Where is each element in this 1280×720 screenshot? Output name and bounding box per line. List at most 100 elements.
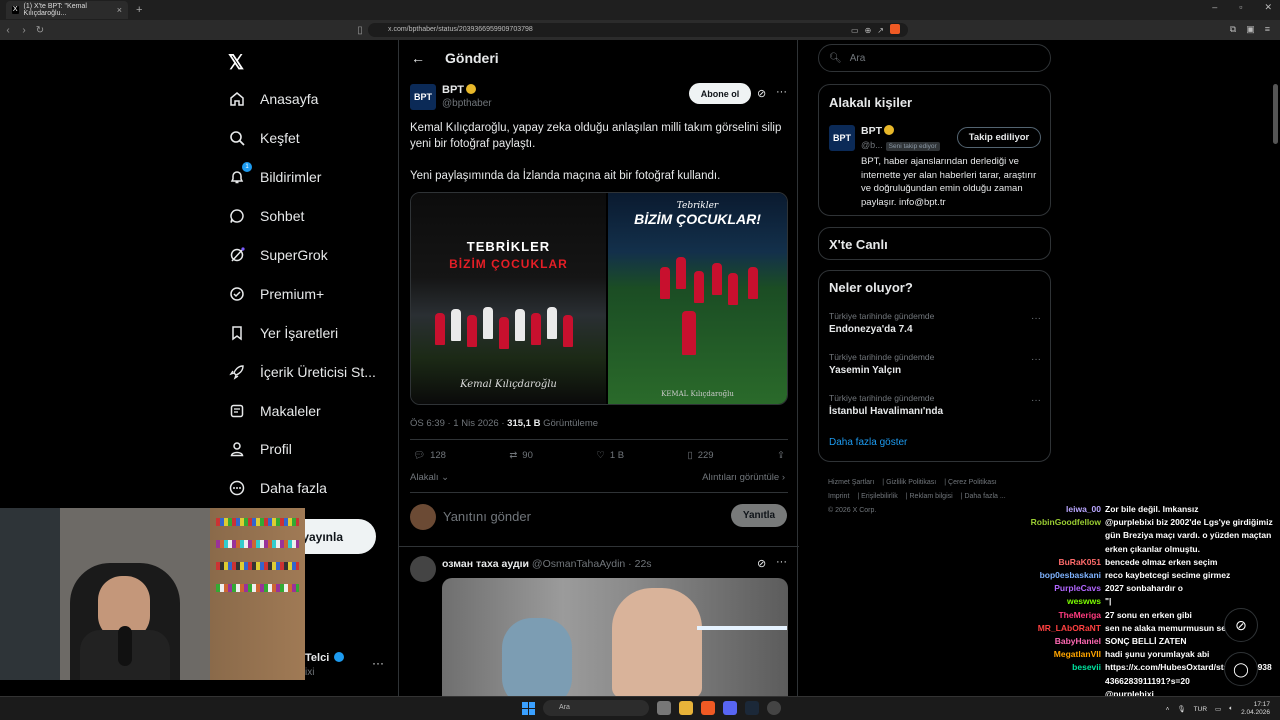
author-handle[interactable]: @bpthaber — [442, 98, 492, 109]
author-avatar[interactable]: BPT — [410, 84, 436, 110]
trend-item[interactable]: Türkiye tarihinde gündemde Endonezya'da … — [829, 311, 1041, 335]
related-dropdown[interactable]: Alakalı ⌄ — [410, 472, 449, 483]
bookmark-page-icon[interactable]: ▯ — [352, 25, 368, 36]
player-figure — [499, 317, 509, 349]
person-icon — [228, 440, 246, 458]
author-name[interactable]: BPT — [442, 84, 476, 96]
clock[interactable]: 17:17 2.04.2026 — [1241, 701, 1270, 717]
like-action[interactable]: ♡ 1 B — [596, 450, 624, 461]
bookmark-action[interactable]: ▯ 229 — [687, 450, 713, 461]
sidebar-item-chat[interactable]: Sohbet — [228, 197, 376, 236]
sidebar-item-more[interactable]: Daha fazla — [228, 469, 376, 508]
tray-chevron-icon[interactable]: ˄ — [1166, 706, 1170, 713]
zoom-icon[interactable]: ⊕ — [865, 24, 872, 38]
discord-icon[interactable] — [723, 701, 737, 715]
menu-icon[interactable]: ≡ — [1265, 24, 1270, 35]
sidebar-item-home[interactable]: Anasayfa — [228, 80, 376, 119]
show-more-link[interactable]: Daha fazla göster — [829, 437, 907, 448]
close-tab-icon[interactable]: × — [117, 5, 122, 15]
trend-more-icon[interactable]: ··· — [1031, 354, 1041, 365]
repost-action[interactable]: ⇄ 90 — [509, 450, 533, 461]
article-icon — [228, 402, 246, 420]
scrollbar[interactable] — [1273, 84, 1278, 144]
reply-author[interactable]: озман таха аудıи @OsmanTahaAydin · 22s — [442, 558, 652, 570]
sidebar-item-premium[interactable]: Premium+ — [228, 274, 376, 313]
close-window-icon[interactable]: ✕ — [1264, 2, 1272, 13]
brave-browser-icon[interactable] — [701, 701, 715, 715]
chat-text: 2027 sonbahardır o — [1105, 583, 1183, 594]
sidebar-item-profile[interactable]: Profil — [228, 430, 376, 469]
card-title: Neler oluyor? — [829, 280, 913, 295]
new-tab-icon[interactable]: + — [136, 4, 142, 16]
grok-explain-icon[interactable]: ⊘ — [757, 87, 766, 100]
back-icon[interactable]: ‹ — [0, 25, 16, 36]
footer-link[interactable]: Imprint — [828, 493, 849, 500]
sidebar-item-supergrok[interactable]: SuperGrok — [228, 236, 376, 275]
footer-link[interactable]: Erişilebilirlik — [861, 493, 898, 500]
maximize-icon[interactable]: ▫ — [1239, 2, 1242, 13]
screen-icon[interactable]: ▭ — [851, 24, 859, 38]
windows-start-icon[interactable] — [522, 701, 535, 715]
taskview-icon[interactable] — [657, 701, 671, 715]
volume-icon[interactable]: 🔈︎ — [1229, 705, 1233, 713]
minimize-icon[interactable]: – — [1212, 2, 1217, 13]
relevant-avatar[interactable]: BPT — [829, 125, 855, 151]
steam-icon[interactable] — [745, 701, 759, 715]
following-button[interactable]: Takip ediliyor — [957, 127, 1041, 148]
sidebar-item-explore[interactable]: Keşfet — [228, 119, 376, 158]
reply-media-image[interactable] — [442, 578, 788, 696]
account-name[interactable]: Telci — [305, 652, 345, 664]
brave-shield-icon[interactable] — [890, 24, 900, 34]
relevant-name[interactable]: BPT — [861, 125, 894, 137]
view-quotes-link[interactable]: Alıntıları görüntüle › — [702, 472, 785, 483]
trend-item[interactable]: Türkiye tarihinde gündemde İstanbul Hava… — [829, 393, 1041, 417]
sidebar-item-articles[interactable]: Makaleler — [228, 391, 376, 430]
media-image[interactable]: TEBRİKLER BİZİM ÇOCUKLAR Kemal Kılıçdaro… — [411, 193, 606, 404]
sidebar-item-creator-studio[interactable]: İçerik Üreticisi St... — [228, 352, 376, 391]
network-icon[interactable]: ▭ — [1215, 705, 1221, 713]
reply-more-icon[interactable]: ··· — [776, 556, 787, 568]
footer-link[interactable]: Gizlilik Politikası — [886, 479, 936, 486]
forward-icon[interactable]: › — [16, 25, 32, 36]
language-indicator[interactable]: TUR — [1194, 706, 1207, 713]
url-field[interactable]: x.com/bpthaber/status/203936695990970379… — [368, 23, 908, 37]
reply-action[interactable]: 💬︎ 128 — [413, 450, 446, 461]
tweet-more-icon[interactable]: ··· — [776, 86, 787, 98]
messages-float-icon[interactable]: ◯ — [1224, 652, 1258, 686]
sidebar-nav: Anasayfa Keşfet 1 Bildirimler Sohbet Sup… — [228, 80, 376, 508]
reply-input[interactable]: Yanıtını gönder — [443, 509, 531, 524]
media-image[interactable]: Tebrikler BİZİM ÇOCUKLAR! KEMAL Kılıçdar… — [607, 193, 787, 404]
user-avatar[interactable] — [410, 504, 436, 530]
live-card[interactable]: X'te Canlı — [818, 227, 1051, 260]
share-action[interactable]: ⇪ — [777, 450, 785, 461]
extensions-icon[interactable]: ⧉ — [1230, 24, 1236, 35]
mic-icon[interactable]: 🎙︎ — [1177, 705, 1185, 713]
sidebar-item-bookmarks[interactable]: Yer İşaretleri — [228, 313, 376, 352]
footer-link[interactable]: Hizmet Şartları — [828, 479, 874, 486]
share-icon[interactable]: ↗ — [877, 24, 884, 38]
account-more-icon[interactable]: ··· — [372, 656, 384, 670]
footer-link[interactable]: Reklam bilgisi — [910, 493, 953, 500]
trend-more-icon[interactable]: ··· — [1031, 395, 1041, 406]
browser-tab[interactable]: X (1) X'te BPT: "Kemal Kılıçdaroğlu... × — [6, 1, 128, 19]
trend-more-icon[interactable]: ··· — [1031, 313, 1041, 324]
reply-avatar[interactable] — [410, 556, 436, 582]
grok-explain-icon[interactable]: ⊘ — [757, 557, 766, 570]
subscribe-button[interactable]: Abone ol — [689, 83, 751, 104]
footer-link[interactable]: Çerez Politikası — [948, 479, 997, 486]
x-logo-icon[interactable]: 𝕏 — [228, 50, 244, 75]
reply-count: 128 — [430, 450, 446, 461]
trend-item[interactable]: Türkiye tarihinde gündemde Yasemin Yalçı… — [829, 352, 1041, 376]
obs-icon[interactable] — [767, 701, 781, 715]
sidebar-item-notifications[interactable]: 1 Bildirimler — [228, 158, 376, 197]
back-arrow-icon[interactable]: ← — [411, 50, 425, 66]
grok-float-icon[interactable]: ⊘ — [1224, 608, 1258, 642]
taskbar-search[interactable]: Ara — [543, 700, 649, 716]
search-input[interactable]: 🔍︎ Ara — [818, 44, 1051, 72]
tweet-time[interactable]: ÖS 6:39 · 1 Nis 2026 · — [410, 418, 505, 429]
wallet-icon[interactable]: ▣ — [1246, 24, 1255, 35]
reload-icon[interactable]: ↻ — [32, 25, 48, 36]
reply-button[interactable]: Yanıtla — [731, 504, 787, 527]
footer-link[interactable]: Daha fazla ... — [964, 493, 1005, 500]
file-explorer-icon[interactable] — [679, 701, 693, 715]
